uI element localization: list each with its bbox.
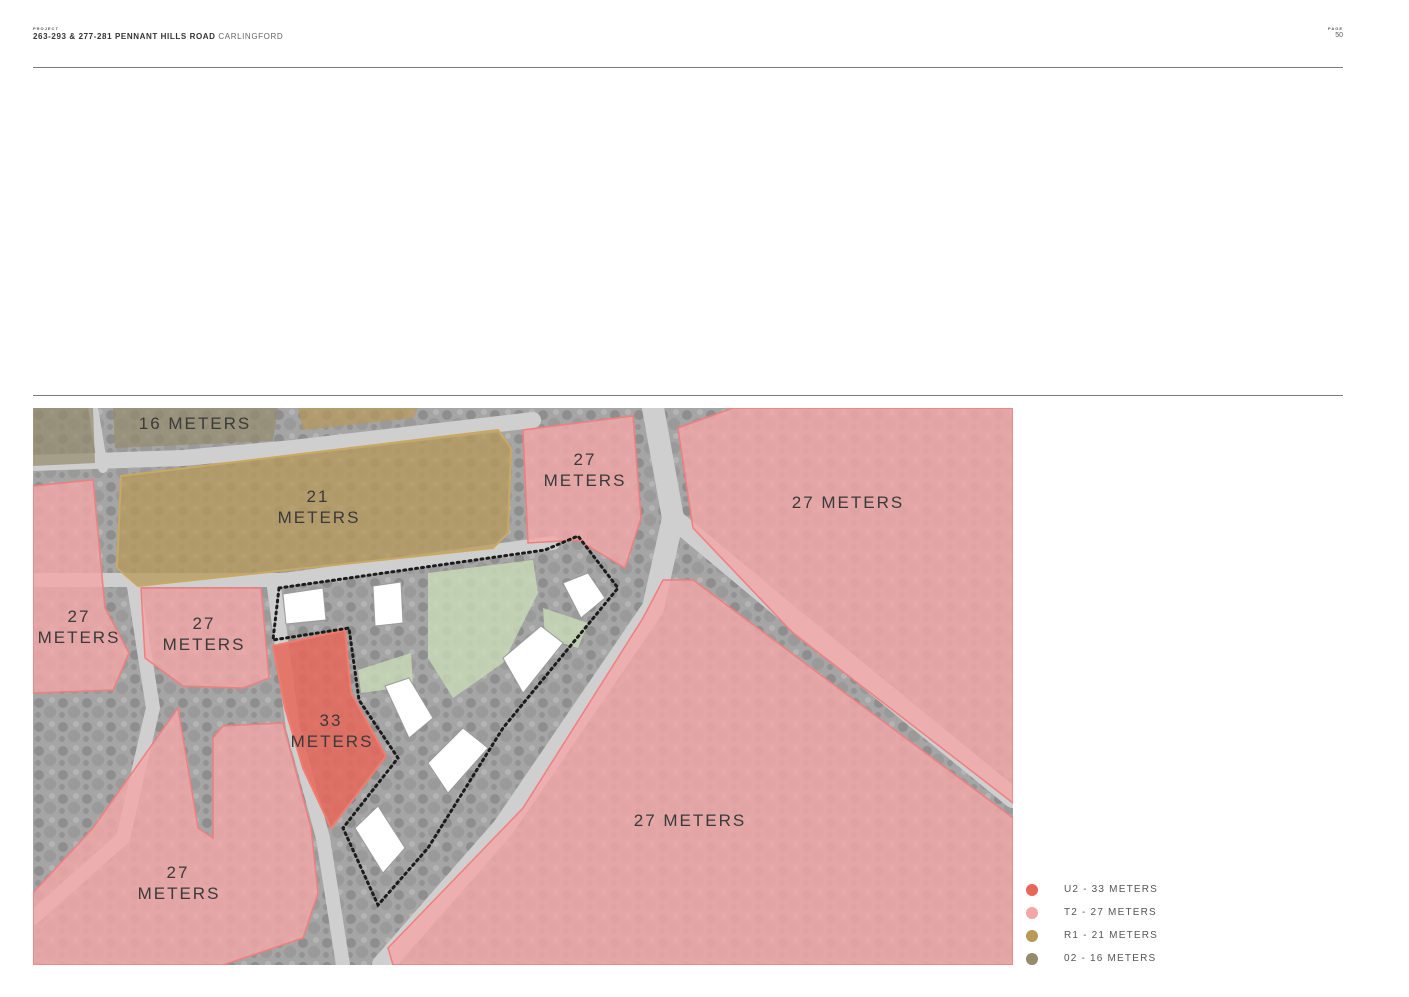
label-27-bottom-right: 27 METERS [634, 811, 746, 830]
project-location: CARLINGFORD [218, 32, 284, 41]
label-27-top-mid-unit: METERS [544, 471, 627, 490]
map-canvas: 16 METERS 21 METERS 27 METERS 27 METERS … [33, 408, 1013, 965]
page-number: 50 [1335, 32, 1343, 39]
legend-dot-r1 [1026, 930, 1038, 942]
label-21-unit: METERS [278, 508, 361, 527]
project-title: 263-293 & 277-281 PENNANT HILLS ROAD CAR… [33, 32, 283, 41]
header-divider [33, 67, 1343, 68]
project-label: PROJECT [33, 26, 59, 31]
legend-dot-t2 [1026, 907, 1038, 919]
label-27-top-mid-number: 27 [574, 450, 597, 469]
legend-label-t2: T2 - 27 METERS [1064, 907, 1157, 918]
legend-dot-u2 [1026, 884, 1038, 896]
label-16-meters: 16 METERS [139, 414, 251, 433]
section-divider [33, 395, 1343, 396]
legend-dot-o2 [1026, 953, 1038, 965]
label-21-number: 21 [307, 487, 330, 506]
label-27-bottom-left-number: 27 [167, 863, 190, 882]
legend-label-u2: U2 - 33 METERS [1064, 884, 1159, 895]
project-address: 263-293 & 277-281 PENNANT HILLS ROAD [33, 32, 216, 41]
label-27-top-right: 27 METERS [792, 493, 904, 512]
label-27-mid-left-unit: METERS [163, 635, 246, 654]
page-label: PAGE [1327, 26, 1343, 31]
legend-label-r1: R1 - 21 METERS [1064, 930, 1159, 941]
zoning-height-map: 16 METERS 21 METERS 27 METERS 27 METERS … [33, 408, 1013, 965]
label-33-number: 33 [320, 711, 343, 730]
label-27-left-unit: METERS [38, 628, 121, 647]
label-33-unit: METERS [291, 732, 374, 751]
label-27-left-number: 27 [68, 607, 91, 626]
label-27-bottom-left-unit: METERS [138, 884, 221, 903]
legend-label-o2: 02 - 16 METERS [1064, 953, 1157, 964]
label-27-mid-left-number: 27 [193, 614, 216, 633]
